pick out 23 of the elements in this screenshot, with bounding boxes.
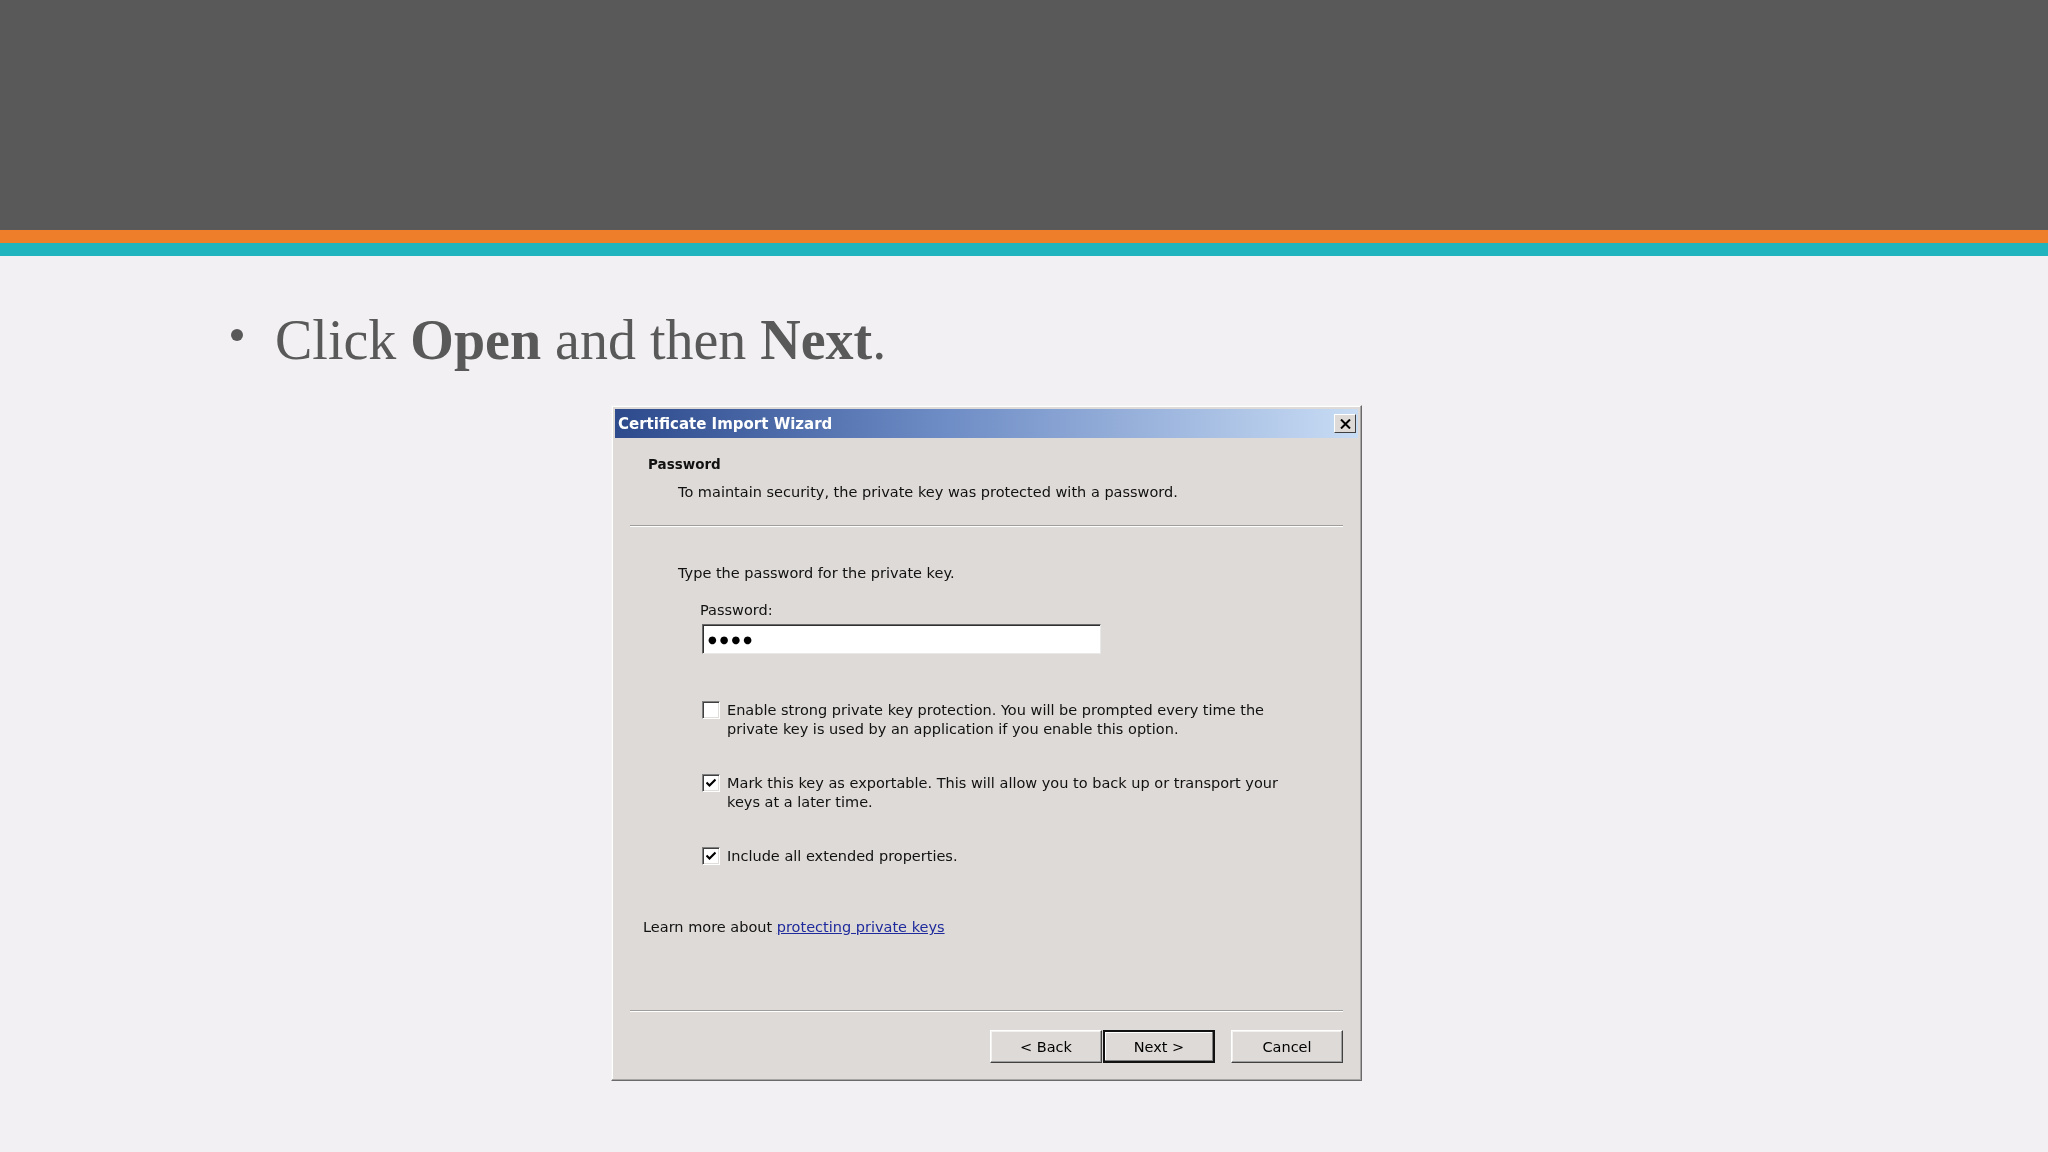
close-button[interactable] (1334, 414, 1356, 433)
checkmark-icon (706, 778, 716, 788)
checkbox[interactable] (702, 774, 720, 792)
wizard-button[interactable]: < Back (990, 1030, 1102, 1063)
help-link[interactable]: protecting private keys (776, 919, 945, 935)
option-label: Include all extended properties. (727, 847, 959, 866)
close-icon (1339, 418, 1351, 429)
page-description: To maintain security, the private key was protected with a password. (678, 484, 1178, 500)
wizard-button[interactable]: Next > (1103, 1030, 1215, 1063)
checkmark-icon (706, 851, 716, 861)
checkbox[interactable] (702, 701, 720, 719)
page-heading: Password (648, 456, 721, 472)
bullet-icon (231, 329, 243, 341)
bullet-text: Click Open and then Next. (275, 308, 887, 373)
option-label: Enable strong private key protection. You will be prompted every time the private key is used by an application if you enable this option. (727, 701, 1265, 739)
checkbox[interactable] (702, 847, 720, 865)
field-label: Password: (700, 602, 773, 618)
prompt-text: Type the password for the private key. (678, 565, 955, 581)
option-label: Mark this key as exportable. This will allow you to back up or transport your keys at a later time. (727, 774, 1279, 812)
wizard-button[interactable]: Cancel (1231, 1030, 1343, 1063)
help-sentence: Learn more about protecting private keys (643, 918, 945, 937)
password-field[interactable]: ●●●● (702, 624, 1101, 654)
window-title: Certificate Import Wizard (618, 414, 833, 433)
